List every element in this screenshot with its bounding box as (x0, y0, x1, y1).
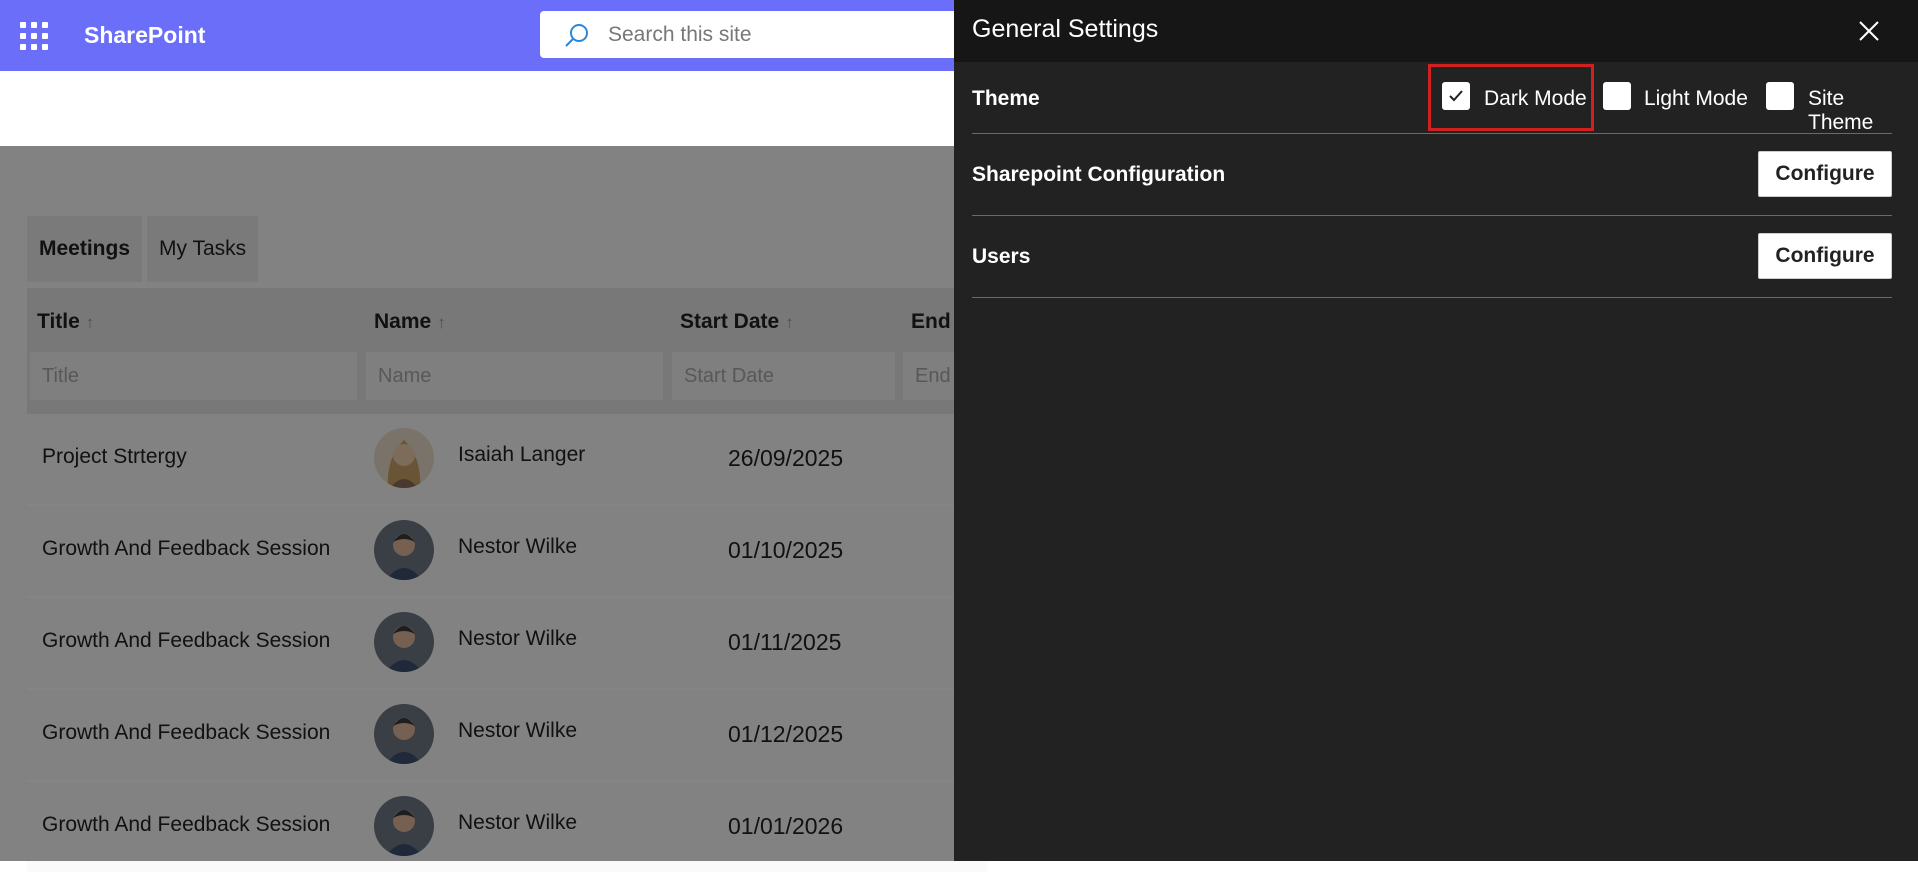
modal-overlay[interactable] (0, 146, 954, 861)
users-label: Users (972, 245, 1031, 268)
dark-mode-checkbox[interactable] (1442, 82, 1470, 110)
settings-panel: General Settings Theme Dark Mode Light M… (954, 0, 1918, 861)
site-theme-label[interactable]: Site Theme (1808, 87, 1892, 135)
close-icon[interactable] (1856, 18, 1882, 44)
panel-header: General Settings (954, 0, 1918, 62)
configure-users-button[interactable]: Configure (1758, 233, 1892, 279)
search-box[interactable] (540, 11, 1000, 58)
checkmark-icon (1449, 90, 1463, 102)
users-row: Users Configure (972, 215, 1892, 298)
theme-row: Theme Dark Mode Light Mode Site Theme (972, 64, 1892, 135)
theme-label: Theme (972, 87, 1040, 110)
sharepoint-config-label: Sharepoint Configuration (972, 163, 1226, 186)
site-theme-checkbox[interactable] (1766, 82, 1794, 110)
search-input[interactable] (608, 11, 988, 58)
light-mode-label[interactable]: Light Mode (1644, 87, 1748, 111)
dark-mode-label[interactable]: Dark Mode (1484, 87, 1587, 111)
configure-sharepoint-button[interactable]: Configure (1758, 151, 1892, 197)
panel-title: General Settings (972, 15, 1159, 43)
search-icon (565, 24, 588, 47)
sharepoint-config-row: Sharepoint Configuration Configure (972, 133, 1892, 216)
app-launcher-icon[interactable] (20, 22, 48, 50)
brand-name[interactable]: SharePoint (84, 22, 205, 49)
light-mode-checkbox[interactable] (1603, 82, 1631, 110)
